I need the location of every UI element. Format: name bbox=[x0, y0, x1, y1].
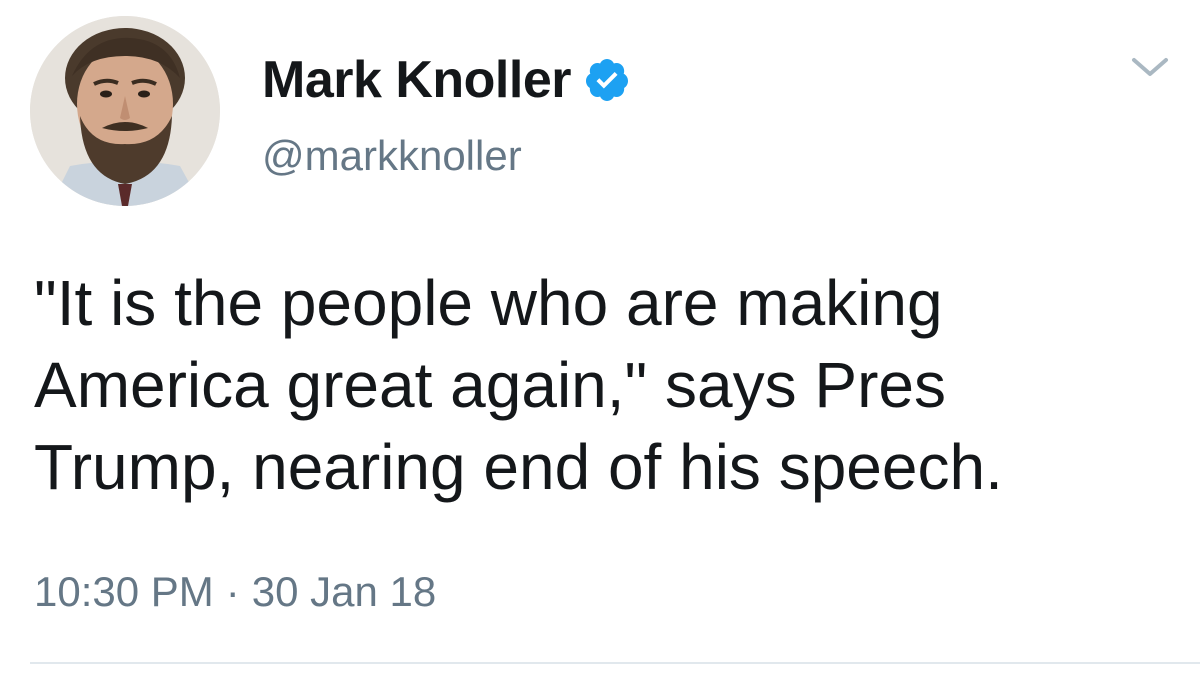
author-name-row[interactable]: Mark Knoller bbox=[262, 48, 631, 112]
avatar-photo bbox=[30, 16, 220, 206]
tweet-time[interactable]: 10:30 PM bbox=[34, 568, 214, 615]
tweet-text: "It is the people who are making America… bbox=[34, 267, 1003, 503]
chevron-down-icon[interactable] bbox=[1128, 52, 1172, 82]
tweet-date[interactable]: 30 Jan 18 bbox=[252, 568, 437, 615]
display-name[interactable]: Mark Knoller bbox=[262, 48, 571, 112]
divider bbox=[30, 662, 1200, 664]
tweet-card: Mark Knoller @markknoller "It is the peo… bbox=[0, 0, 1200, 675]
timestamp-separator: · bbox=[225, 568, 240, 615]
verified-badge-icon bbox=[583, 56, 631, 104]
author-handle[interactable]: @markknoller bbox=[262, 130, 522, 182]
avatar[interactable] bbox=[30, 16, 220, 206]
tweet-timestamp[interactable]: 10:30 PM · 30 Jan 18 bbox=[34, 566, 436, 618]
